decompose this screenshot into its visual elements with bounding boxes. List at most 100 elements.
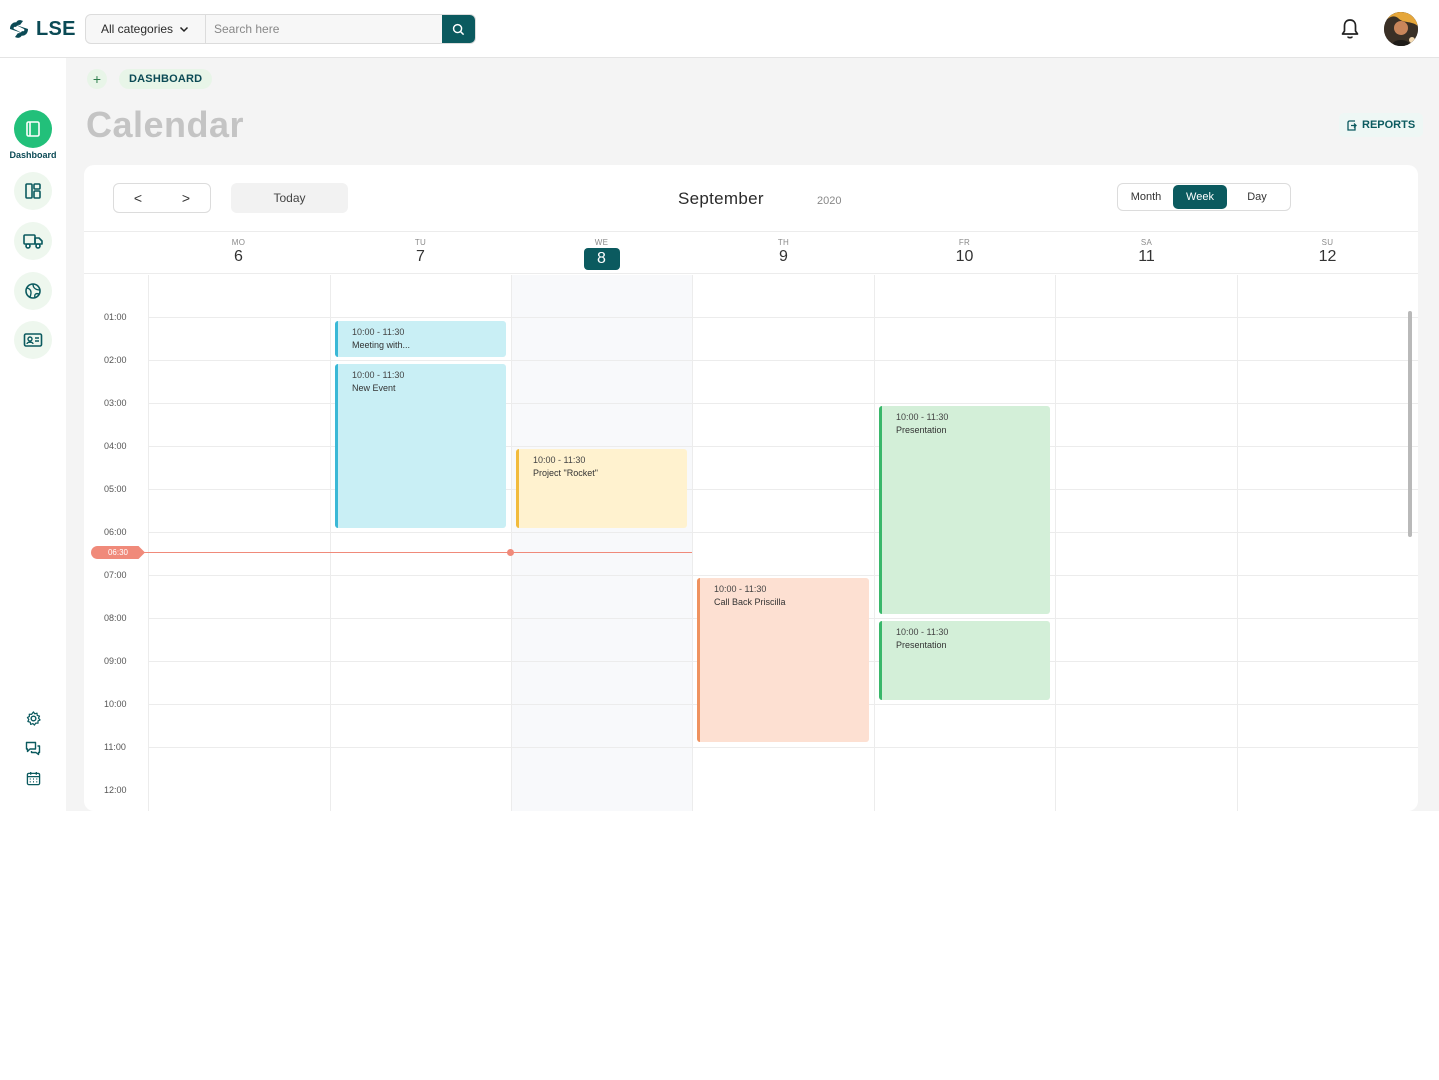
sidebar: Dashboard <box>0 58 66 811</box>
time-label: 09:00 <box>104 656 127 666</box>
category-select-label: All categories <box>101 22 174 36</box>
hour-line <box>148 532 1418 533</box>
today-button[interactable]: Today <box>231 183 348 213</box>
day-number: 11 <box>1138 248 1155 265</box>
avatar[interactable] <box>1384 12 1418 46</box>
time-label: 03:00 <box>104 398 127 408</box>
event-time: 10:00 - 11:30 <box>896 412 949 422</box>
day-name: SA <box>1140 238 1153 247</box>
day-name: MO <box>231 238 246 247</box>
time-label: 12:00 <box>104 785 127 795</box>
event-time: 10:00 - 11:30 <box>533 455 586 465</box>
plus-icon: + <box>92 71 102 87</box>
day-header-tu[interactable]: TU 7 <box>330 232 511 275</box>
current-time-badge: 06:30 <box>91 546 145 559</box>
category-select[interactable]: All categories <box>86 15 206 43</box>
logo-mark-icon <box>10 20 28 38</box>
add-button[interactable]: + <box>87 69 107 89</box>
sidebar-item-label: Dashboard <box>9 150 57 160</box>
logo-text: LSE <box>36 17 76 40</box>
calendar-event[interactable]: 10:00 - 11:30 Call Back Priscilla <box>697 578 869 742</box>
day-header-th[interactable]: TH 9 <box>693 232 874 275</box>
event-time: 10:00 - 11:30 <box>714 584 767 594</box>
gear-icon <box>26 710 41 726</box>
sidebar-item-dashboard[interactable] <box>14 110 52 148</box>
event-time: 10:00 - 11:30 <box>352 370 405 380</box>
time-label: 04:00 <box>104 441 127 451</box>
day-header-sa[interactable]: SA 11 <box>1056 232 1237 275</box>
week-nav: < > <box>113 183 211 213</box>
main-content: + DASHBOARD Calendar REPORTS < > Today S… <box>66 58 1439 811</box>
sidebar-item-contacts[interactable] <box>14 321 52 359</box>
column-divider <box>330 275 331 811</box>
calendar-event[interactable]: 10:00 - 11:30 Meeting with... <box>335 321 506 357</box>
day-number: 6 <box>234 248 243 265</box>
time-label: 05:00 <box>104 484 127 494</box>
view-day-button[interactable]: Day <box>1227 185 1287 209</box>
day-header-fr[interactable]: FR 10 <box>874 232 1055 275</box>
reports-button[interactable]: REPORTS <box>1339 113 1424 137</box>
time-label: 02:00 <box>104 355 127 365</box>
chevron-down-icon <box>179 26 189 33</box>
chat-icon <box>25 741 41 755</box>
calendar-event[interactable]: 10:00 - 11:30 Project "Rocket" <box>516 449 687 528</box>
day-name: TU <box>414 238 427 247</box>
grid-scrollbar[interactable] <box>1408 311 1412 537</box>
column-divider <box>148 275 149 811</box>
event-title: Meeting with... <box>352 340 411 350</box>
search-button[interactable] <box>442 15 475 43</box>
search-input[interactable] <box>206 15 442 43</box>
time-label: 07:00 <box>104 570 127 580</box>
view-week-button[interactable]: Week <box>1173 185 1227 209</box>
day-number: 9 <box>779 248 788 265</box>
bell-icon[interactable] <box>1340 18 1360 40</box>
day-header-mo[interactable]: MO 6 <box>148 232 329 275</box>
sidebar-item-delivery[interactable] <box>14 222 52 260</box>
calendar-event[interactable]: 10:00 - 11:30 Presentation <box>879 406 1050 614</box>
day-number: 12 <box>1318 248 1337 265</box>
day-header-su[interactable]: SU 12 <box>1237 232 1418 275</box>
column-divider <box>1237 275 1238 811</box>
view-switcher: Month Week Day <box>1117 183 1291 211</box>
reports-label: REPORTS <box>1362 119 1416 131</box>
day-name: TH <box>777 238 790 247</box>
day-number: 10 <box>955 248 974 265</box>
time-label: 06:00 <box>104 527 127 537</box>
calendar-event[interactable]: 10:00 - 11:30 New Event <box>335 364 506 528</box>
export-icon <box>1347 119 1357 131</box>
day-header-we[interactable]: WE 8 <box>511 232 692 275</box>
calendar-button[interactable] <box>24 769 42 787</box>
view-month-button[interactable]: Month <box>1119 185 1173 209</box>
event-title: Call Back Priscilla <box>714 597 786 607</box>
event-title: New Event <box>352 383 396 393</box>
time-label: 10:00 <box>104 699 127 709</box>
calendar-card: < > Today September 2020 Month Week Day … <box>84 165 1418 811</box>
current-time-line <box>144 552 692 553</box>
sidebar-item-layout[interactable] <box>14 172 52 210</box>
search-icon <box>452 23 465 35</box>
logo[interactable]: LSE <box>8 16 76 42</box>
sidebar-item-global[interactable] <box>14 272 52 310</box>
day-header-row: MO 6 TU 7 WE 8 TH 9 FR 10 SA 11 SU 12 <box>84 231 1418 274</box>
prev-week-button[interactable]: < <box>114 184 162 212</box>
hour-line <box>148 747 1418 748</box>
globe-icon <box>25 283 41 299</box>
search-bar: All categories <box>85 14 476 44</box>
column-divider <box>692 275 693 811</box>
time-label: 01:00 <box>104 312 127 322</box>
today-column <box>511 275 692 811</box>
event-time: 10:00 - 11:30 <box>352 327 405 337</box>
calendar-event[interactable]: 10:00 - 11:30 Presentation <box>879 621 1050 700</box>
truck-icon <box>23 234 43 249</box>
event-title: Presentation <box>896 425 947 435</box>
chat-button[interactable] <box>24 739 42 757</box>
hour-line <box>148 575 1418 576</box>
time-label: 11:00 <box>104 742 126 752</box>
settings-button[interactable] <box>24 709 42 727</box>
week-grid[interactable]: 01:00 02:00 03:00 04:00 05:00 06:00 07:0… <box>84 275 1418 811</box>
page-title: Calendar <box>86 104 245 145</box>
next-week-button[interactable]: > <box>162 184 210 212</box>
breadcrumb[interactable]: DASHBOARD <box>119 69 213 89</box>
column-divider <box>511 275 512 811</box>
current-time-dot <box>507 549 514 556</box>
